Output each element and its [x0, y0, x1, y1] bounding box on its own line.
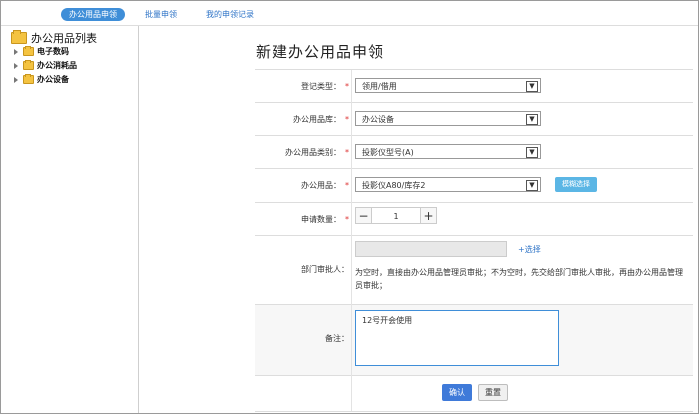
tab-batch-apply[interactable]: 批量申领	[145, 8, 177, 21]
folder-icon	[23, 60, 34, 70]
row-item: 办公用品： * 投影仪A80/库存2 ▼ 模糊选择	[255, 169, 693, 203]
quantity-stepper: − 1 +	[355, 207, 437, 224]
fuzzy-select-button[interactable]: 模糊选择	[555, 177, 597, 192]
tree-item-label: 办公消耗品	[37, 61, 77, 70]
caret-right-icon[interactable]	[14, 48, 18, 55]
tree-item-label: 电子数码	[37, 47, 69, 56]
decrement-button[interactable]: −	[355, 207, 372, 224]
tree-item-electronics[interactable]: 电子数码	[14, 46, 69, 57]
increment-button[interactable]: +	[420, 207, 437, 224]
row-approver: 部门审批人： +选择 为空时，直接由办公用品管理员审批；不为空时，先交给部门审批…	[255, 236, 693, 305]
required-mark: *	[345, 82, 349, 91]
library-select[interactable]: 办公设备 ▼	[355, 111, 541, 126]
approver-note: 为空时，直接由办公用品管理员审批；不为空时，先交给部门审批人审批，再由办公用品管…	[355, 268, 683, 290]
main-panel: 新建办公用品申领 登记类型：* 领用/借用 ▼ 办公用品库：* 办公设备 ▼	[139, 26, 698, 413]
select-approver-link[interactable]: +选择	[518, 244, 541, 255]
type-value: 领用/借用	[362, 82, 397, 91]
required-mark: *	[345, 148, 349, 157]
item-value: 投影仪A80/库存2	[362, 181, 426, 190]
tree-item-label: 办公设备	[37, 75, 69, 84]
tree-root-label: 办公用品列表	[31, 32, 97, 45]
required-mark: *	[345, 115, 349, 124]
category-value: 投影仪型号(A)	[362, 148, 414, 157]
tree-root[interactable]: 办公用品列表	[11, 30, 97, 46]
required-mark: *	[345, 215, 349, 224]
library-label: 办公用品库： *	[293, 115, 349, 124]
page-title: 新建办公用品申领	[256, 43, 385, 61]
approver-input[interactable]	[355, 241, 507, 257]
required-mark: *	[345, 181, 349, 190]
item-select[interactable]: 投影仪A80/库存2 ▼	[355, 177, 541, 192]
tab-apply[interactable]: 办公用品申领	[61, 8, 125, 21]
library-value: 办公设备	[362, 115, 394, 124]
confirm-button[interactable]: 确认	[442, 384, 472, 401]
folder-icon	[23, 46, 34, 56]
folder-icon	[23, 74, 34, 84]
reset-button[interactable]: 重置	[478, 384, 508, 401]
caret-right-icon[interactable]	[14, 62, 18, 69]
top-tab-bar: 办公用品申领 批量申领 我的申领记录	[1, 1, 698, 26]
form-actions: 确认 重置	[442, 384, 508, 401]
application-form: 登记类型： * 领用/借用 ▼ 办公用品库： * 办公设备 ▼ 办公用品类别： * 投…	[255, 69, 693, 412]
category-select[interactable]: 投影仪型号(A) ▼	[355, 144, 541, 159]
tab-my-records[interactable]: 我的申领记录	[206, 8, 254, 21]
quantity-label: 申请数量： *	[301, 215, 349, 224]
approver-label: 部门审批人：	[301, 265, 349, 274]
caret-right-icon[interactable]	[14, 76, 18, 83]
row-type: 登记类型： * 领用/借用 ▼	[255, 70, 693, 103]
dropdown-arrow-icon[interactable]: ▼	[526, 114, 538, 125]
quantity-input[interactable]: 1	[372, 207, 420, 224]
row-quantity: 申请数量： * − 1 +	[255, 203, 693, 236]
row-category: 办公用品类别： * 投影仪型号(A) ▼	[255, 136, 693, 169]
row-actions: 确认 重置	[255, 376, 693, 412]
tree-item-consumables[interactable]: 办公消耗品	[14, 60, 77, 71]
type-label: 登记类型： *	[301, 82, 349, 91]
row-library: 办公用品库： * 办公设备 ▼	[255, 103, 693, 136]
app-window: 办公用品申领 批量申领 我的申领记录 办公用品列表 电子数码 办公消耗品 办公设…	[0, 0, 699, 414]
remark-label: 备注：	[325, 334, 349, 343]
category-label: 办公用品类别： *	[285, 148, 349, 157]
remark-textarea[interactable]: 12号开会使用	[355, 310, 559, 366]
dropdown-arrow-icon[interactable]: ▼	[526, 81, 538, 92]
row-remark: 备注： 12号开会使用	[255, 305, 693, 376]
tree-item-equipment[interactable]: 办公设备	[14, 74, 69, 85]
dropdown-arrow-icon[interactable]: ▼	[526, 180, 538, 191]
label-divider	[351, 70, 352, 411]
dropdown-arrow-icon[interactable]: ▼	[526, 147, 538, 158]
folder-icon	[11, 30, 27, 44]
type-select[interactable]: 领用/借用 ▼	[355, 78, 541, 93]
item-label: 办公用品： *	[301, 181, 349, 190]
sidebar: 办公用品列表 电子数码 办公消耗品 办公设备	[1, 26, 139, 413]
